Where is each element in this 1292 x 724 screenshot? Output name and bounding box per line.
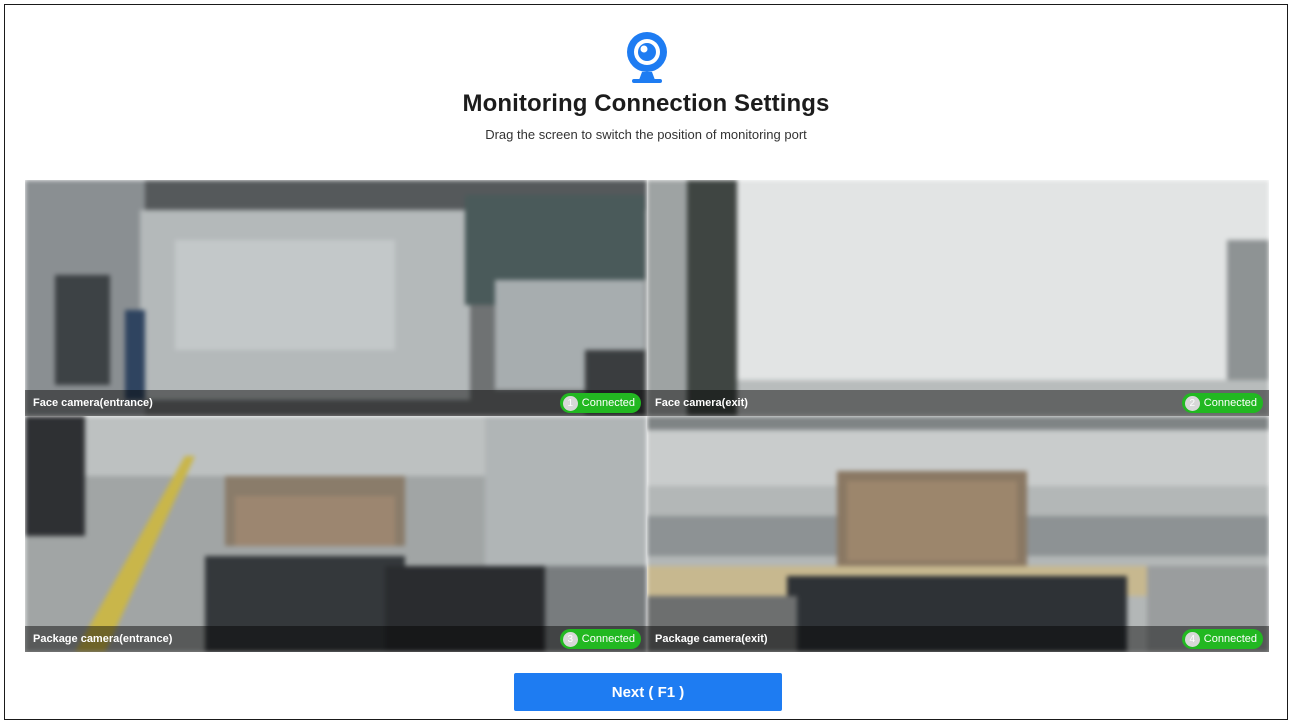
status-label: Connected	[1203, 397, 1257, 409]
camera-feed-image	[25, 416, 647, 652]
camera-name: Face camera(exit)	[655, 397, 748, 409]
camera-caption-bar: Package camera(entrance) 3 Connected	[25, 626, 647, 652]
camera-tile-face-entrance[interactable]: Face camera(entrance) 1 Connected	[25, 180, 647, 416]
next-button[interactable]: Next ( F1 )	[514, 673, 782, 711]
camera-feed-image	[25, 180, 647, 416]
camera-caption-bar: Face camera(entrance) 1 Connected	[25, 390, 647, 416]
status-label: Connected	[1203, 633, 1257, 645]
port-number: 1	[562, 395, 578, 411]
camera-feed-image	[647, 180, 1269, 416]
camera-tile-face-exit[interactable]: Face camera(exit) 2 Connected	[647, 180, 1269, 416]
camera-name: Face camera(entrance)	[33, 397, 153, 409]
page-subtitle: Drag the screen to switch the position o…	[485, 127, 807, 142]
port-number: 3	[562, 631, 578, 647]
camera-name: Package camera(entrance)	[33, 633, 173, 645]
camera-grid: Face camera(entrance) 1 Connected Face c…	[25, 180, 1269, 652]
camera-feed-image	[647, 416, 1269, 652]
status-label: Connected	[581, 633, 635, 645]
webcam-icon	[624, 30, 670, 86]
camera-tile-package-entrance[interactable]: Package camera(entrance) 3 Connected	[25, 416, 647, 652]
port-number: 2	[1184, 395, 1200, 411]
port-number: 4	[1184, 631, 1200, 647]
connection-status-badge: 4 Connected	[1181, 629, 1263, 649]
connection-status-badge: 2 Connected	[1181, 393, 1263, 413]
camera-name: Package camera(exit)	[655, 633, 768, 645]
connection-status-badge: 3 Connected	[559, 629, 641, 649]
connection-status-badge: 1 Connected	[559, 393, 641, 413]
camera-tile-package-exit[interactable]: Package camera(exit) 4 Connected	[647, 416, 1269, 652]
status-label: Connected	[581, 397, 635, 409]
camera-caption-bar: Package camera(exit) 4 Connected	[647, 626, 1269, 652]
page-title: Monitoring Connection Settings	[462, 90, 830, 117]
camera-caption-bar: Face camera(exit) 2 Connected	[647, 390, 1269, 416]
